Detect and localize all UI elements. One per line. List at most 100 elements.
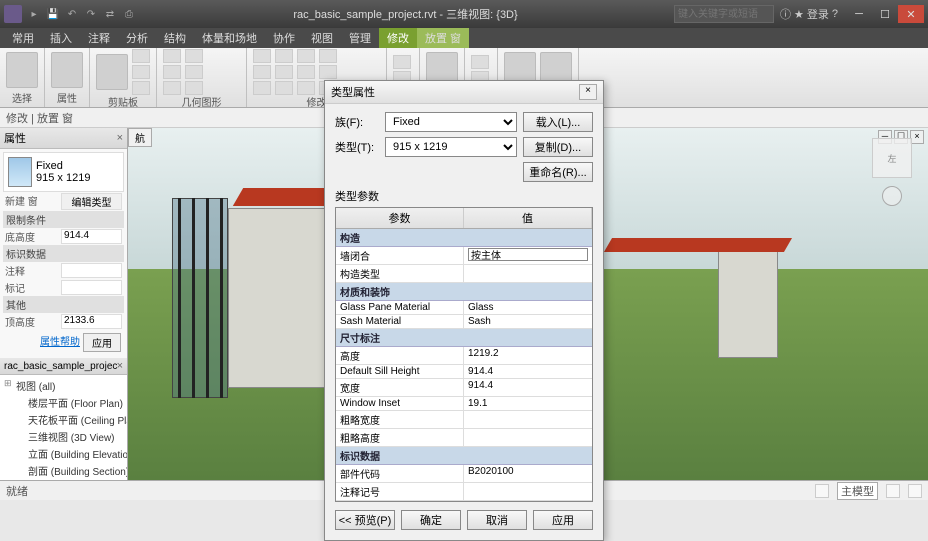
- param-value[interactable]: 19.1: [464, 397, 592, 410]
- param-value[interactable]: 914.4: [61, 229, 122, 244]
- close-icon[interactable]: ×: [117, 132, 123, 144]
- preview-button[interactable]: << 预览(P): [335, 510, 395, 530]
- cancel-button[interactable]: 取消: [467, 510, 527, 530]
- edit-type-button[interactable]: 编辑类型: [61, 193, 122, 210]
- properties-help-link[interactable]: 属性帮助: [40, 333, 80, 352]
- help-search-input[interactable]: [674, 5, 774, 23]
- group-materials[interactable]: 材质和装饰: [336, 283, 592, 301]
- paste-tool-icon[interactable]: [96, 54, 128, 90]
- rename-button[interactable]: 重命名(R)...: [523, 162, 593, 182]
- tab-structure[interactable]: 结构: [156, 28, 194, 48]
- view-close-icon[interactable]: ×: [910, 130, 924, 144]
- tree-item[interactable]: 天花板平面 (Ceiling Plan): [2, 411, 125, 428]
- qat-save-icon[interactable]: 💾: [45, 6, 61, 22]
- workset-icon[interactable]: [815, 484, 829, 498]
- section-id[interactable]: 标识数据: [3, 245, 124, 262]
- param-value[interactable]: Glass: [464, 301, 592, 314]
- param-value[interactable]: 914.4: [464, 379, 592, 396]
- navigation-bar[interactable]: 航: [128, 128, 152, 147]
- cope-icon[interactable]: [163, 49, 181, 63]
- join-icon[interactable]: [163, 81, 181, 95]
- help-icon[interactable]: ?: [832, 8, 838, 20]
- split-icon[interactable]: [297, 65, 315, 79]
- properties-tool-icon[interactable]: [51, 52, 83, 88]
- apply-button[interactable]: 应用: [533, 510, 593, 530]
- cut-geom-icon[interactable]: [163, 65, 181, 79]
- copy-mod-icon[interactable]: [253, 65, 271, 79]
- geom-icon[interactable]: [185, 49, 203, 63]
- tab-manage[interactable]: 管理: [341, 28, 379, 48]
- tab-view[interactable]: 视图: [303, 28, 341, 48]
- tree-views[interactable]: 视图 (all): [2, 377, 125, 394]
- apply-button[interactable]: 应用: [83, 333, 121, 352]
- param-value[interactable]: [464, 411, 592, 428]
- tree-item[interactable]: 渲染 (Rendering): [2, 479, 125, 480]
- geom-icon[interactable]: [185, 65, 203, 79]
- group-dimensions[interactable]: 尺寸标注: [336, 329, 592, 347]
- browser-header[interactable]: rac_basic_sample_project.rvt ... ×: [0, 358, 127, 375]
- tab-massing[interactable]: 体量和场地: [194, 28, 265, 48]
- star-icon[interactable]: ★: [794, 8, 804, 21]
- project-browser[interactable]: 视图 (all) 楼层平面 (Floor Plan) 天花板平面 (Ceilin…: [0, 375, 127, 480]
- filter-icon[interactable]: [886, 484, 900, 498]
- qat-redo-icon[interactable]: ↷: [83, 6, 99, 22]
- load-button[interactable]: 载入(L)...: [523, 112, 593, 132]
- section-constraints[interactable]: 限制条件: [3, 211, 124, 228]
- family-select[interactable]: Fixed: [385, 112, 517, 132]
- maximize-button[interactable]: ☐: [872, 5, 898, 23]
- param-value[interactable]: [464, 265, 592, 282]
- group-construction[interactable]: 构造: [336, 229, 592, 247]
- login-link[interactable]: 登录: [807, 6, 829, 22]
- dialog-close-icon[interactable]: ×: [579, 84, 597, 100]
- tree-item[interactable]: 剖面 (Building Section): [2, 462, 125, 479]
- tab-analyze[interactable]: 分析: [118, 28, 156, 48]
- modify-tool-icon[interactable]: [6, 52, 38, 88]
- param-value[interactable]: B2020100: [464, 465, 592, 482]
- tab-collaborate[interactable]: 协作: [265, 28, 303, 48]
- qat-print-icon[interactable]: ⎙: [121, 6, 137, 22]
- qat-sync-icon[interactable]: ⇄: [102, 6, 118, 22]
- cut-icon[interactable]: [132, 49, 150, 63]
- copy-icon[interactable]: [132, 65, 150, 79]
- type-selector[interactable]: Fixed 915 x 1219: [3, 152, 124, 192]
- tree-item[interactable]: 三维视图 (3D View): [2, 428, 125, 445]
- tab-insert[interactable]: 插入: [42, 28, 80, 48]
- type-select[interactable]: 915 x 1219: [385, 137, 517, 157]
- col-param[interactable]: 参数: [336, 208, 464, 228]
- dialog-titlebar[interactable]: 类型属性 ×: [325, 81, 603, 104]
- tab-context[interactable]: 放置 窗: [417, 28, 469, 48]
- rotate-icon[interactable]: [253, 81, 271, 95]
- param-value[interactable]: [61, 280, 122, 295]
- scale-icon[interactable]: [319, 49, 337, 63]
- create-icon[interactable]: [471, 55, 489, 69]
- geom-icon[interactable]: [185, 81, 203, 95]
- tab-annotate[interactable]: 注释: [80, 28, 118, 48]
- param-input[interactable]: [468, 248, 588, 261]
- group-identity[interactable]: 标识数据: [336, 447, 592, 465]
- tab-home[interactable]: 常用: [4, 28, 42, 48]
- tree-item[interactable]: 立面 (Building Elevation): [2, 445, 125, 462]
- param-value[interactable]: 914.4: [464, 365, 592, 378]
- param-value[interactable]: 2133.6: [61, 314, 122, 329]
- close-icon[interactable]: ×: [117, 360, 123, 372]
- param-value[interactable]: [61, 263, 122, 278]
- param-value[interactable]: 1219.2: [464, 347, 592, 364]
- qat-open-icon[interactable]: ▸: [26, 6, 42, 22]
- view-icon[interactable]: [393, 55, 411, 69]
- offset-icon[interactable]: [275, 65, 293, 79]
- duplicate-button[interactable]: 复制(D)...: [523, 137, 593, 157]
- model-select[interactable]: 主模型: [837, 482, 878, 500]
- param-value[interactable]: Sash: [464, 315, 592, 328]
- tree-item[interactable]: 楼层平面 (Floor Plan): [2, 394, 125, 411]
- param-value[interactable]: [464, 429, 592, 446]
- col-value[interactable]: 值: [464, 208, 592, 228]
- properties-header[interactable]: 属性 ×: [0, 128, 127, 149]
- app-logo[interactable]: [4, 5, 22, 23]
- close-button[interactable]: ✕: [898, 5, 924, 23]
- trim-icon[interactable]: [297, 49, 315, 63]
- select-icon[interactable]: [908, 484, 922, 498]
- ok-button[interactable]: 确定: [401, 510, 461, 530]
- match-icon[interactable]: [132, 81, 150, 95]
- align-icon[interactable]: [275, 49, 293, 63]
- tab-modify[interactable]: 修改: [379, 28, 417, 48]
